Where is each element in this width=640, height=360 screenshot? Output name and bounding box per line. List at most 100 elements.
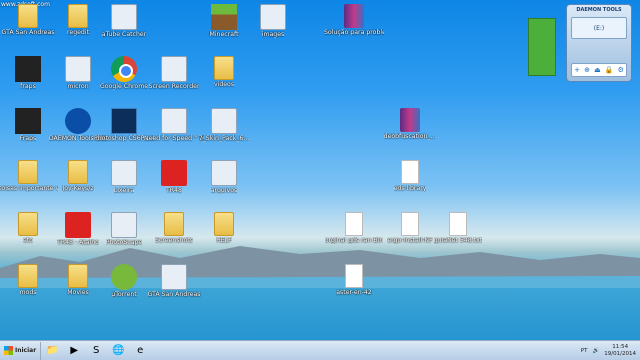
- virtual-drive[interactable]: (E:): [571, 17, 627, 39]
- desktop-icon-label: TR48 - Atalho: [57, 239, 99, 246]
- desktop-icon[interactable]: guiaNet 548.txt: [432, 212, 484, 244]
- volume-icon[interactable]: 🔊: [592, 348, 599, 354]
- desktop-icon[interactable]: mods: [2, 264, 54, 296]
- daemon-tools-gadget[interactable]: DAEMON TOOLS (E:) + ⊕ ⏏ 🔒 ⚙: [566, 4, 632, 82]
- desktop-icon[interactable]: micron: [52, 56, 104, 90]
- desktop-icon[interactable]: Screen Recorder: [148, 56, 200, 90]
- desktop-icon[interactable]: GTA San Andreas: [2, 4, 55, 36]
- folder-icon: [18, 212, 38, 236]
- desktop-icon[interactable]: Need for Speed™ Mo...: [144, 108, 204, 142]
- desktop-icon[interactable]: 7_Skin_Pack_6...: [198, 108, 250, 142]
- desktop-icon[interactable]: Photoshop CS6P... Atalho: [94, 108, 154, 142]
- gadget-action-icon[interactable]: ⊕: [584, 66, 590, 74]
- desktop-icon[interactable]: aTube Catcher: [98, 4, 150, 38]
- desktop-icon[interactable]: ergo-install-NF: [384, 212, 436, 244]
- desktop-icon[interactable]: µTorrent: [98, 264, 150, 298]
- folder-icon: [18, 4, 38, 28]
- desktop-icon[interactable]: Solução para problema de fml: [324, 4, 384, 36]
- desktop-icon-label: Screenshots: [155, 237, 193, 244]
- desktop-icon[interactable]: TR48 - Atalho: [52, 212, 104, 246]
- desktop-icon[interactable]: PhotoScape: [98, 212, 150, 246]
- gadget-action-icon[interactable]: ⏏: [594, 66, 601, 74]
- desktop-icon[interactable]: Google Chrome: [98, 56, 150, 90]
- desktop-icon[interactable]: HELP: [198, 212, 250, 244]
- desktop-icon-label: HELP: [216, 237, 232, 244]
- taskbar: Iniciar 📁 ▶ S 🌐 e PT 🔊 11:54 19/01/2014: [0, 340, 640, 360]
- desktop-icon-label: PhotoScape: [105, 239, 143, 246]
- exe-icon: [211, 108, 237, 134]
- desktop-icon[interactable]: eds library: [384, 160, 436, 192]
- desktop-icon[interactable]: Lixeira: [98, 160, 150, 194]
- gadget-actions: + ⊕ ⏏ 🔒 ⚙: [571, 63, 627, 77]
- system-tray: PT 🔊 11:54 19/01/2014: [581, 341, 640, 360]
- desktop-icon[interactable]: images: [247, 4, 299, 38]
- desktop-icon-label: GTA San Andreas: [147, 291, 201, 298]
- desktop-icon-label: eto: [22, 237, 34, 244]
- exe-icon: [65, 56, 91, 82]
- doc-icon: [401, 160, 419, 184]
- start-label: Iniciar: [15, 347, 37, 354]
- desktop-icon-label: Joy-Keys/z: [62, 185, 94, 192]
- clock[interactable]: 11:54 19/01/2014: [604, 344, 636, 358]
- exe-icon: [161, 108, 187, 134]
- taskbar-app-button[interactable]: S: [85, 342, 107, 360]
- desktop-icon-label: arquivos: [210, 187, 238, 194]
- desktop-icon-label: TR48: [166, 187, 182, 194]
- gadget-title: DAEMON TOOLS: [576, 7, 622, 13]
- desktop-icon-label: Lixeira: [113, 187, 135, 194]
- desktop-icon[interactable]: regedit: [52, 4, 104, 36]
- fraps-icon: [15, 108, 41, 134]
- exe-icon: [111, 212, 137, 238]
- taskbar-apps: 📁 ▶ S 🌐 e: [41, 342, 151, 360]
- language-indicator[interactable]: PT: [581, 348, 588, 354]
- rar-icon: [344, 4, 364, 28]
- taskbar-app-button[interactable]: 📁: [41, 342, 63, 360]
- desktop-icon-label: Screen Recorder: [148, 83, 200, 90]
- desktop-icon[interactable]: orginal gds ran Bin: [325, 212, 383, 244]
- start-button[interactable]: Iniciar: [0, 341, 42, 360]
- gadget-action-icon[interactable]: ⚙: [618, 66, 624, 74]
- gadget-action-icon[interactable]: +: [574, 66, 580, 74]
- desktop-icon[interactable]: Movies: [52, 264, 104, 296]
- desktop-icon[interactable]: coisas importante vida...: [0, 160, 58, 192]
- desktop-icon-label: µTorrent: [111, 291, 137, 298]
- desktop-icon[interactable]: videos: [198, 56, 250, 88]
- taskbar-app-button[interactable]: 🌐: [107, 342, 129, 360]
- desktop-icon[interactable]: aster-en-42: [328, 264, 380, 296]
- desktop-icon[interactable]: fraps: [2, 56, 54, 90]
- psd-icon: [111, 108, 137, 134]
- folder-icon: [68, 264, 88, 288]
- folder-icon: [68, 160, 88, 184]
- torrent-icon: [111, 264, 137, 290]
- desktop-icon[interactable]: GTA San Andreas: [147, 264, 201, 298]
- desktop-icon[interactable]: Screenshots: [148, 212, 200, 244]
- desktop-icon-label: ergo-install-NF: [387, 237, 433, 244]
- desktop-icon-label: coisas importante vida...: [0, 185, 58, 192]
- taskbar-app-button[interactable]: e: [129, 342, 151, 360]
- mc-icon: [211, 4, 237, 30]
- chrome-icon: [111, 56, 137, 82]
- folder-icon: [68, 4, 88, 28]
- creeper-gadget: [528, 18, 556, 76]
- desktop-icon[interactable]: Minecraft: [198, 4, 250, 38]
- clock-date: 19/01/2014: [604, 350, 636, 357]
- desktop-icon[interactable]: deobfuscation_...: [384, 108, 436, 140]
- exe-icon: [111, 160, 137, 186]
- desktop-icon[interactable]: arquivos: [198, 160, 250, 194]
- desktop-icon[interactable]: Joy-Keys/z: [52, 160, 104, 192]
- desktop-icon-label: Fraps: [19, 135, 37, 142]
- fraps-icon: [15, 56, 41, 82]
- gadget-action-icon[interactable]: 🔒: [605, 66, 614, 74]
- doc-icon: [401, 212, 419, 236]
- desktop-icon-label: Need for Speed™ Mo...: [144, 135, 204, 142]
- taskbar-app-button[interactable]: ▶: [63, 342, 85, 360]
- daemon-icon: [65, 108, 91, 134]
- exe-icon: [161, 264, 187, 290]
- desktop-icon[interactable]: eto: [2, 212, 54, 244]
- desktop-icon[interactable]: TR48: [148, 160, 200, 194]
- desktop-icon-label: aTube Catcher: [101, 31, 147, 38]
- desktop-icon-label: micron: [67, 83, 89, 90]
- desktop-icon-label: deobfuscation_...: [383, 133, 437, 140]
- desktop-icon[interactable]: Fraps: [2, 108, 54, 142]
- folder-icon: [164, 212, 184, 236]
